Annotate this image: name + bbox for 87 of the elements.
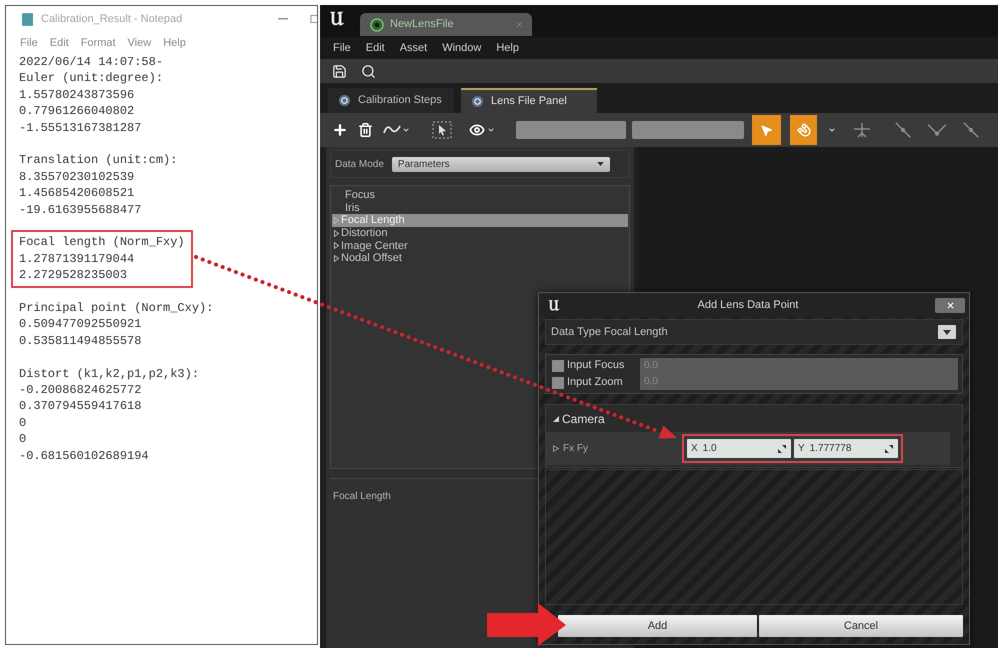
data-mode-dropdown[interactable]: Parameters (392, 156, 610, 172)
text-line: 0.77961266040802 (19, 103, 134, 120)
tree-item[interactable]: Iris (332, 202, 628, 214)
magnet-icon (796, 123, 810, 137)
pointer-icon (760, 122, 773, 138)
number-field[interactable]: Y 1.777778 (794, 439, 898, 458)
text-line: Focal length (Norm_Fxy) (19, 234, 185, 251)
tree-item[interactable]: Distortion (332, 226, 628, 240)
text-line: Distort (k1,k2,p1,p2,k3): (19, 366, 200, 382)
panel-title: Focal Length (333, 491, 391, 502)
input-field[interactable] (632, 121, 744, 139)
tree-item[interactable]: Nodal Offset (332, 252, 628, 265)
line-icon[interactable] (894, 121, 912, 139)
text-line: -1.55513167381287 (19, 120, 142, 136)
menu-item[interactable]: Edit (366, 40, 385, 56)
panel-icon (471, 95, 484, 108)
expand-arrow-icon[interactable] (334, 230, 339, 237)
checkbox-label: Input Focus (567, 358, 624, 374)
checkbox[interactable] (552, 360, 564, 372)
eye-icon[interactable] (468, 122, 486, 138)
checkbox[interactable] (552, 376, 564, 388)
caret-icon[interactable] (402, 126, 410, 134)
expand-arrow-icon[interactable] (334, 242, 339, 250)
text-line: 0.509477092550921 (19, 316, 142, 333)
caret-icon (596, 162, 604, 166)
snap-button[interactable] (790, 115, 817, 145)
panel-tab[interactable]: Lens File Panel (461, 88, 597, 113)
close-button[interactable] (935, 298, 965, 312)
tangent-icon[interactable] (852, 120, 872, 140)
caret-icon[interactable] (828, 126, 836, 134)
expand-arrow-icon[interactable] (553, 445, 559, 452)
text-line: 1.27871391179044 (19, 250, 134, 268)
text-line: 1.45685420608521 (19, 185, 134, 202)
text-line: -0.20086824625772 (19, 382, 142, 398)
text-line: 2.2729528235003 (19, 267, 128, 284)
collapse-arrow-icon[interactable] (553, 416, 559, 422)
menu-item[interactable]: Help (496, 40, 519, 56)
category-title: Camera (562, 410, 605, 428)
input-field[interactable] (516, 121, 626, 139)
text-line: -0.681560102689194 (19, 448, 149, 464)
cancel-button[interactable]: Cancel (759, 615, 963, 637)
text-line: 0.535811494855578 (19, 332, 142, 350)
add-button[interactable]: Add (558, 615, 757, 637)
text-line: -19.6163955688477 (19, 202, 142, 218)
field-label: Data Mode (335, 158, 384, 172)
tree-item[interactable]: Image Center (332, 239, 628, 252)
text-line: 0 (19, 414, 26, 432)
panel-tab[interactable]: Calibration Steps (328, 88, 454, 113)
selection-box-icon[interactable] (432, 121, 452, 139)
dialog-title: Add Lens Data Point (696, 298, 800, 313)
text-line: 0.370794559417618 (19, 398, 142, 415)
menu-item[interactable]: Window (442, 40, 482, 56)
text-line: 8.35570230102539 (19, 168, 134, 186)
delete-icon[interactable] (358, 122, 373, 138)
panel-icon (338, 94, 351, 107)
ring-icon (370, 18, 384, 32)
property-label: Fx Fy (563, 442, 588, 456)
text-line: Translation (unit:cm): (19, 152, 178, 169)
text-line: 1.55780243873596 (19, 86, 134, 104)
text-line: Principal point (Norm_Cxy): (19, 300, 214, 316)
menu-item[interactable]: File (333, 40, 351, 56)
drag-handle-icon (885, 444, 893, 452)
drag-handle-icon (778, 444, 786, 452)
window-title: Calibration_Result - Notepad (41, 12, 182, 27)
notepad-icon (22, 12, 33, 26)
number-field[interactable]: X 1.0 (687, 439, 791, 458)
slope-icon[interactable] (962, 121, 980, 139)
field-label: Data Type Focal Length (551, 324, 668, 340)
caret-icon[interactable] (487, 126, 495, 134)
maximize-icon[interactable] (310, 14, 317, 24)
tree-item[interactable]: Focus (332, 189, 628, 202)
text-line: Euler (unit:degree): (19, 70, 164, 87)
logo-icon (547, 297, 561, 313)
text-line: 2022/06/14 14:07:58- (19, 54, 164, 70)
asset-tab[interactable]: NewLensFile (360, 13, 532, 36)
menu-item[interactable]: Asset (400, 40, 428, 56)
caret-icon (943, 330, 951, 334)
select-tool-button[interactable] (752, 115, 781, 145)
expand-arrow-icon[interactable] (334, 254, 339, 262)
search-icon[interactable] (361, 64, 376, 78)
close-icon (946, 300, 954, 310)
dropdown-button[interactable] (938, 325, 956, 339)
save-icon[interactable] (332, 64, 347, 78)
checkbox-label: Input Zoom (567, 375, 623, 390)
text-line: 0 (19, 431, 26, 448)
minimize-icon[interactable] (278, 18, 288, 20)
add-icon[interactable] (332, 122, 348, 138)
